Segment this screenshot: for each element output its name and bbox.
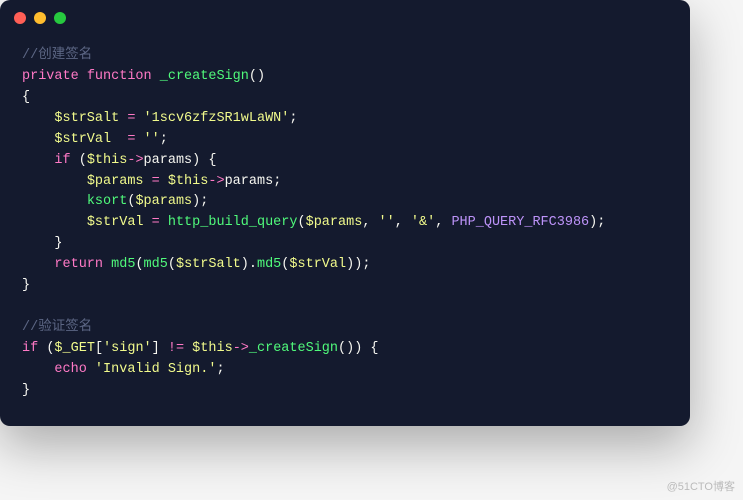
op-neq: != (168, 341, 184, 356)
fn-md5: md5 (111, 257, 135, 272)
kw-if: if (54, 153, 70, 168)
code-content: //创建签名 private function _createSign() { … (0, 36, 690, 426)
maximize-icon[interactable] (54, 12, 66, 24)
str-amp: '&' (411, 215, 435, 230)
fn-name: _createSign (160, 69, 249, 84)
close-icon[interactable] (14, 12, 26, 24)
kw-private: private (22, 69, 79, 84)
val-strSalt: '1scv6zfzSR1wLaWN' (144, 111, 290, 126)
kw-return: return (54, 257, 103, 272)
comment-verify: //验证签名 (22, 320, 92, 335)
comment-create: //创建签名 (22, 48, 92, 63)
var-this: $this (87, 153, 128, 168)
kw-echo: echo (54, 362, 86, 377)
str-invalid: 'Invalid Sign.' (95, 362, 217, 377)
const-rfc: PHP_QUERY_RFC3986 (451, 215, 589, 230)
window-titlebar (0, 0, 690, 36)
prop-params: params (144, 153, 193, 168)
fn-hbq: http_build_query (168, 215, 298, 230)
minimize-icon[interactable] (34, 12, 46, 24)
kw-function: function (87, 69, 152, 84)
fn-createSign: _createSign (249, 341, 338, 356)
val-empty: '' (144, 132, 160, 147)
var-get: $_GET (54, 341, 95, 356)
var-strSalt: $strSalt (54, 111, 119, 126)
code-window: //创建签名 private function _createSign() { … (0, 0, 690, 426)
var-params: $params (87, 174, 144, 189)
var-strVal: $strVal (54, 132, 111, 147)
key-sign: 'sign' (103, 341, 152, 356)
fn-ksort: ksort (87, 194, 128, 209)
watermark: @51CTO博客 (667, 478, 735, 494)
